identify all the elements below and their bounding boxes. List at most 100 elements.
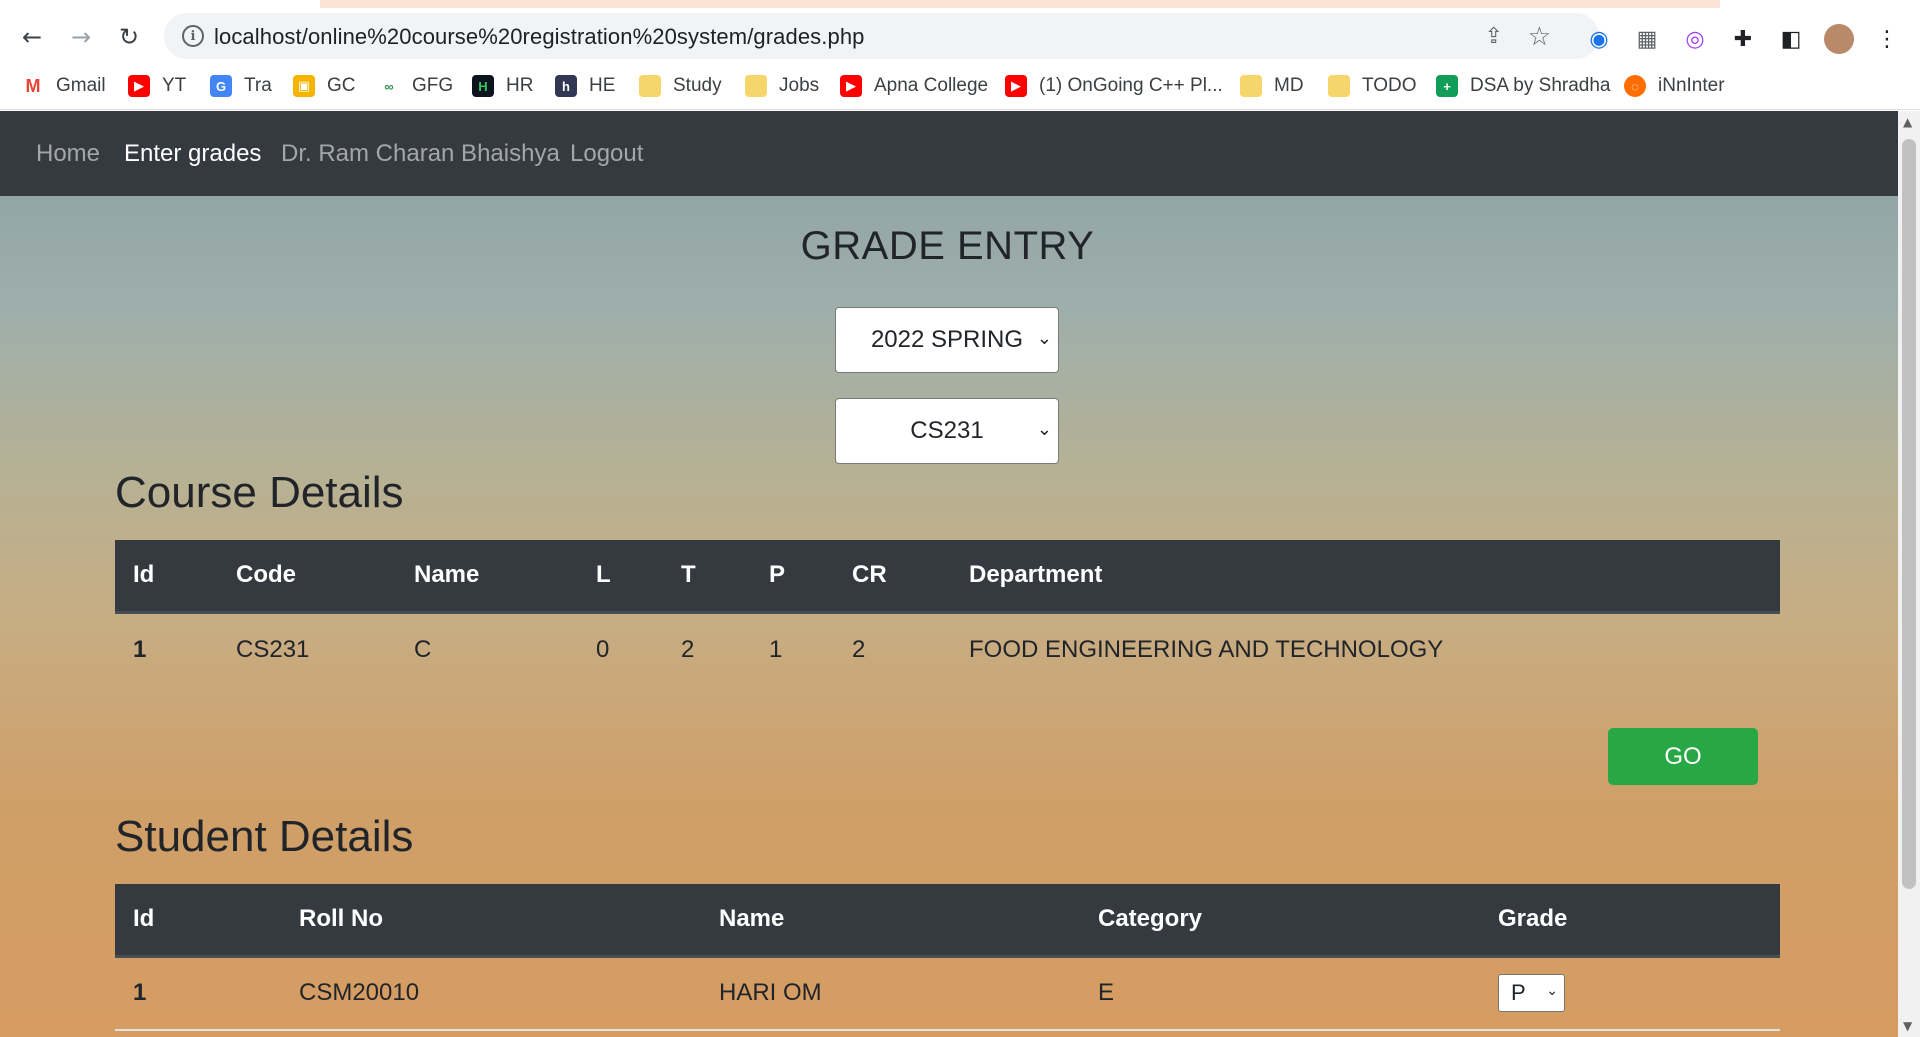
table-cell: CS231 [236,635,310,663]
folder-icon [745,75,767,97]
column-header: CR [834,540,951,614]
table-cell: P ⌄ [1480,956,1780,1031]
bookmark-gfg[interactable]: ∞ GFG [378,73,453,99]
table-cell: 1 [115,956,281,1031]
bookmark-star-icon[interactable]: ☆ [1528,21,1551,52]
table-cell: C [414,635,432,663]
student-details-table: Id Roll No Name Category Grade 1 CSM2001… [115,884,1780,1031]
nav-user-link[interactable]: Dr. Ram Charan Bhaishya [281,140,560,168]
nav-home-link[interactable]: Home [36,140,100,168]
bookmark-yt[interactable]: ▶ YT [128,73,186,99]
column-header: Code [218,540,396,614]
site-navbar: Home Enter grades Dr. Ram Charan Bhaishy… [0,111,1898,196]
semester-select-value: 2022 SPRING [870,326,1024,353]
youtube-icon: ▶ [840,75,862,97]
column-header: P [751,540,834,614]
site-info-icon[interactable]: i [182,25,204,47]
column-header: T [663,540,751,614]
table-cell: 2 [681,635,695,663]
screen-capture-extension-icon[interactable]: ◉ [1584,24,1614,54]
bookmark-tra[interactable]: G Tra [210,73,272,99]
side-panel-icon[interactable]: ◧ [1776,24,1806,54]
table-cell: CSM20010 [281,956,701,1031]
bookmark-jobs[interactable]: Jobs [745,73,819,99]
forward-arrow-icon[interactable]: → [66,22,96,52]
table-header-row: Id Code Name L T P CR Department [115,540,1780,614]
semester-select[interactable]: 2022 SPRING ⌄ [835,307,1059,373]
reload-icon[interactable]: ↻ [114,22,144,52]
table-cell: HARI OM [701,956,1080,1031]
column-header: Department [951,540,1780,614]
bookmark-he[interactable]: h HE [555,73,615,99]
table-cell: 2 [852,635,866,663]
table-cell: 1 [133,635,147,663]
chevron-down-icon: ⌄ [1036,328,1052,349]
table-row: 1 CS231 C 0 2 1 2 FOOD ENGINEERING AND T… [115,612,1780,686]
url-text[interactable]: localhost/online%20course%20registration… [214,24,865,50]
column-header: Grade [1480,884,1780,958]
grade-select[interactable]: P ⌄ [1498,974,1565,1013]
gfg-icon: ∞ [378,75,400,97]
column-header: Name [701,884,1080,958]
bookmark-todo[interactable]: TODO [1328,73,1417,99]
column-header: L [578,540,663,614]
bookmarks-bar: M Gmail ▶ YT G Tra ▣ GC ∞ GFG H HR h HE Study J… [0,65,1920,110]
table-row: 1 CSM20010 HARI OM E P ⌄ [115,956,1780,1031]
folder-icon [1328,75,1350,97]
profile-avatar[interactable] [1824,24,1854,54]
course-select-value: CS231 [910,417,984,444]
page-title: GRADE ENTRY [800,224,1095,268]
bookmark-gc[interactable]: ▣ GC [293,73,356,99]
bookmark-md[interactable]: MD [1240,73,1304,99]
chevron-down-icon: ⌄ [1546,983,1558,1000]
translate-icon: G [210,75,232,97]
bookmark-study[interactable]: Study [639,73,722,99]
table-header-row: Id Roll No Name Category Grade [115,884,1780,958]
youtube-icon: ▶ [1005,75,1027,97]
classroom-icon: ▣ [293,75,315,97]
sheets-icon: + [1436,75,1458,97]
table-cell: E [1080,956,1480,1031]
chevron-down-icon: ⌄ [1036,419,1052,440]
student-details-heading: Student Details [115,812,414,861]
menu-kebab-icon[interactable]: ⋮ [1872,24,1902,54]
nav-logout-link[interactable]: Logout [570,140,643,168]
scroll-up-arrow-icon[interactable]: ▲ [1903,115,1912,129]
hackerrank-icon: H [472,75,494,97]
course-details-table: Id Code Name L T P CR Department 1 CS231… [115,540,1780,686]
hackerearth-icon: h [555,75,577,97]
back-arrow-icon[interactable]: ← [17,22,47,52]
broadcast-extension-icon[interactable]: ◎ [1680,24,1710,54]
column-header: Name [396,540,578,614]
table-cell: FOOD ENGINEERING AND TECHNOLOGY [969,635,1444,663]
extension-thumbnail-icon[interactable]: ▦ [1632,24,1662,54]
share-icon[interactable]: ⇪ [1485,23,1503,49]
gmail-icon: M [22,75,44,97]
go-button[interactable]: GO [1608,728,1758,785]
scrollbar-thumb[interactable] [1902,139,1916,889]
course-details-heading: Course Details [115,468,404,517]
folder-icon [1240,75,1262,97]
globe-icon: ◌ [1624,75,1646,97]
course-select[interactable]: CS231 ⌄ [835,398,1059,464]
column-header: Roll No [281,884,701,958]
tab-strip [0,0,1920,8]
scroll-down-arrow-icon[interactable]: ▼ [1903,1019,1912,1033]
bookmark-gmail[interactable]: M Gmail [22,73,106,99]
active-tab-glow [320,0,1720,8]
bookmark-inninter[interactable]: ◌ iNnInter [1624,73,1725,99]
bookmark-dsa-by-shradha[interactable]: + DSA by Shradha [1436,73,1610,99]
bookmark-ongoing-cpp[interactable]: ▶ (1) OnGoing C++ Pl... [1005,73,1223,99]
nav-enter-grades-link[interactable]: Enter grades [124,140,261,168]
omnibox[interactable]: i localhost/online%20course%20registrati… [164,13,1599,59]
youtube-icon: ▶ [128,75,150,97]
bookmark-apna-college[interactable]: ▶ Apna College [840,73,988,99]
grade-select-value: P [1511,980,1526,1006]
page-scrollbar[interactable]: ▲ ▼ [1898,111,1920,1037]
table-cell: 0 [596,635,610,663]
table-cell: 1 [769,635,783,663]
bookmark-hr[interactable]: H HR [472,73,533,99]
address-bar-row: ← → ↻ i localhost/online%20course%20regi… [0,8,1920,65]
extensions-puzzle-icon[interactable]: ✚ [1728,24,1758,54]
page-viewport: Home Enter grades Dr. Ram Charan Bhaishy… [0,111,1898,1037]
